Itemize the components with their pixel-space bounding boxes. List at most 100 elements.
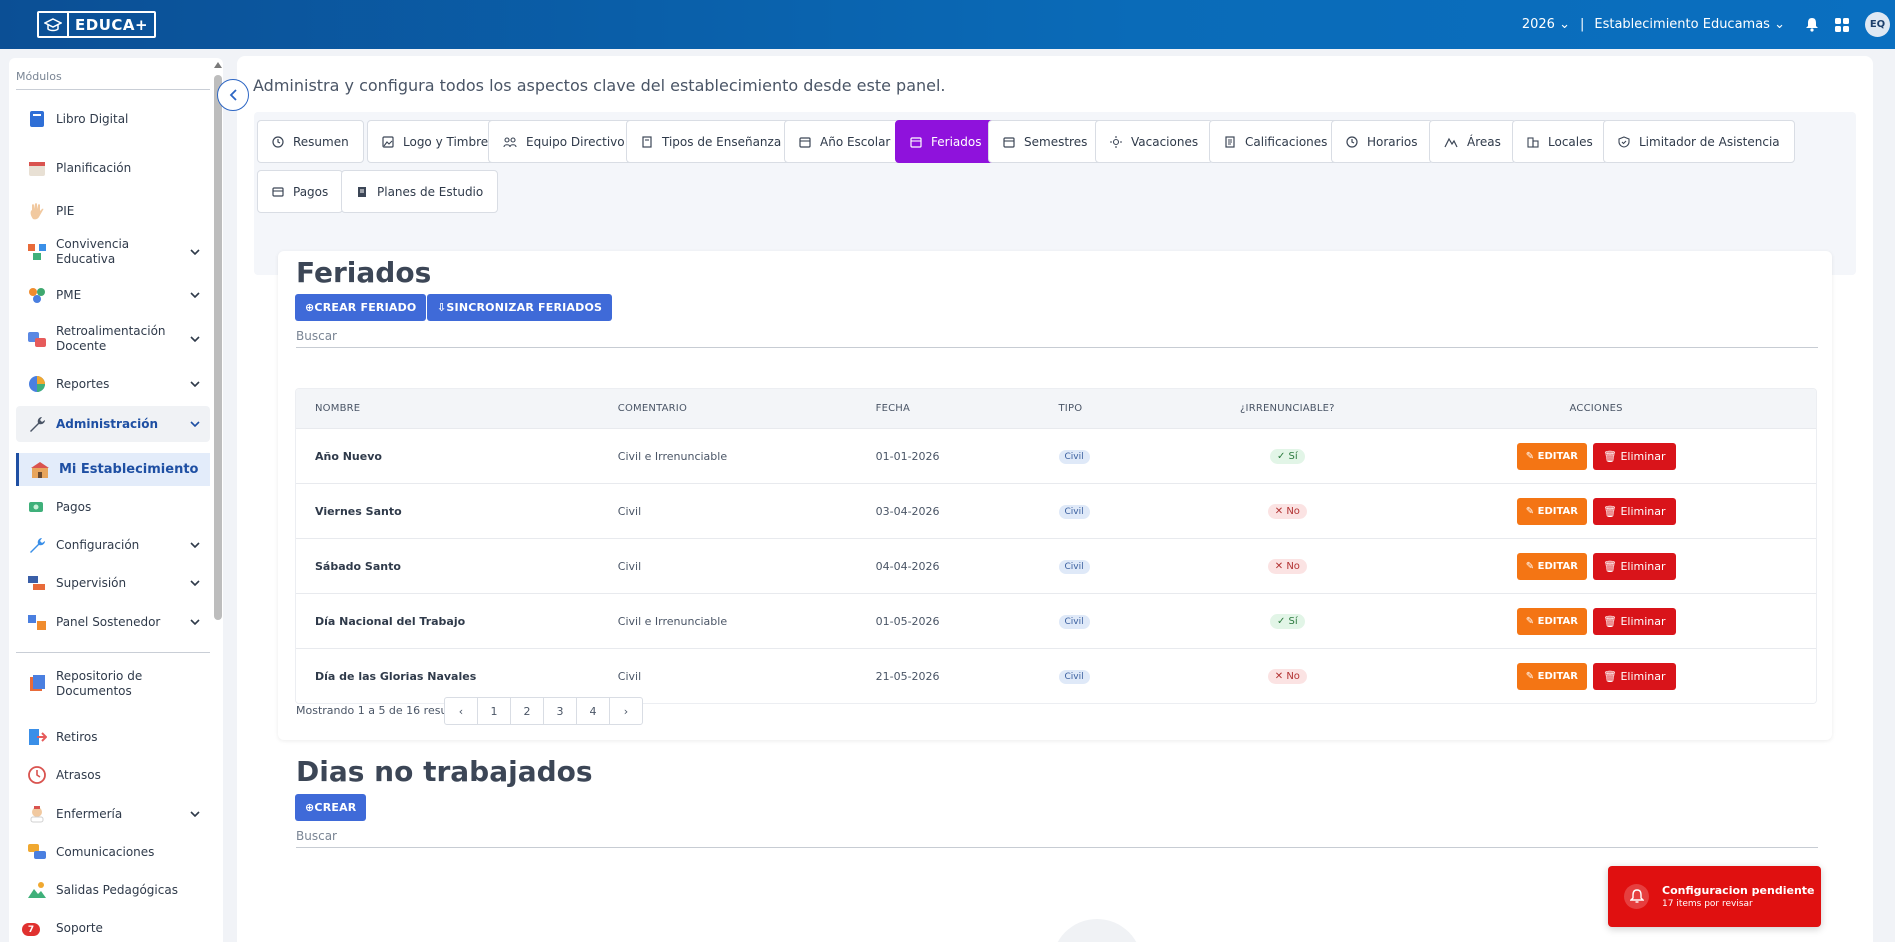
tab-label: Calificaciones [1245, 134, 1328, 149]
page-button[interactable]: 3 [543, 697, 577, 725]
sidebar-item-soporte[interactable]: Soporte [16, 916, 210, 940]
edit-button[interactable]: ✎ EDITAR [1516, 607, 1587, 635]
sidebar-item-administracion[interactable]: Administración [16, 406, 210, 442]
sidebar-item-salidas-pedagogicas[interactable]: Salidas Pedagógicas [16, 878, 210, 902]
sidebar-item-label: PME [56, 287, 82, 302]
document-icon [1224, 135, 1236, 148]
sidebar-item-enfermeria[interactable]: Enfermería [16, 802, 210, 826]
page-button[interactable]: 4 [576, 697, 610, 725]
sidebar-item-configuracion[interactable]: Configuración [16, 533, 210, 557]
edit-button[interactable]: ✎ EDITAR [1516, 662, 1587, 690]
sidebar-item-atrasos[interactable]: Atrasos [16, 763, 210, 787]
holiday-comment: Civil [617, 504, 642, 518]
sync-icon: ⇩ [437, 301, 447, 314]
money-icon [26, 497, 48, 517]
year-selector[interactable]: 2026 ⌄ [1522, 17, 1570, 32]
chevron-down-icon: ⌄ [1559, 17, 1570, 32]
sidebar-item-pagos[interactable]: Pagos [16, 495, 210, 519]
tab-semestres[interactable]: Semestres [988, 120, 1103, 163]
sidebar-item-repositorio-documentos[interactable]: Repositorio de Documentos [16, 667, 210, 701]
tab-equipo-directivo[interactable]: Equipo Directivo [488, 120, 640, 163]
chevron-down-icon [188, 811, 202, 817]
tab-label: Resumen [293, 134, 349, 149]
sidebar-item-retiros[interactable]: Retiros [16, 725, 210, 749]
sidebar-item-convivencia-educativa[interactable]: Convivencia Educativa [16, 237, 210, 266]
delete-button[interactable]: 🗑 Eliminar [1592, 607, 1676, 635]
chevron-down-icon: ⌄ [1774, 17, 1785, 32]
sidebar-item-planificacion[interactable]: Planificación [16, 156, 210, 180]
tab-logo-y-timbre[interactable]: Logo y Timbre [367, 120, 504, 163]
chevron-down-icon [188, 336, 202, 342]
delete-button[interactable]: 🗑 Eliminar [1592, 662, 1676, 690]
create-button[interactable]: ⊕ CREAR [295, 794, 367, 821]
type-badge: Civil [1058, 559, 1090, 574]
prev-page-button[interactable]: ‹ [444, 697, 478, 725]
badge-label: Sí [1288, 615, 1298, 627]
sidebar-item-panel-sostenedor[interactable]: Panel Sostenedor [16, 610, 210, 634]
year-value: 2026 [1521, 17, 1555, 32]
sidebar-item-supervision[interactable]: Supervisión [16, 571, 210, 595]
tab-planes-de-estudio[interactable]: Planes de Estudio [341, 170, 499, 213]
sync-holidays-button[interactable]: ⇩ SINCRONIZAR FERIADOS [427, 294, 613, 321]
delete-button[interactable]: 🗑 Eliminar [1592, 552, 1676, 580]
page-button[interactable]: 2 [510, 697, 544, 725]
tab-ano-escolar[interactable]: Año Escolar [784, 120, 906, 163]
panel-icon [26, 612, 48, 632]
sidebar: Módulos Libro Digital Planificación PIE … [9, 58, 223, 942]
scrollbar-thumb[interactable] [214, 75, 222, 620]
tab-label: Planes de Estudio [377, 184, 484, 199]
establishment-selector[interactable]: Establecimiento Educamas ⌄ [1594, 17, 1785, 32]
tab-limitador-de-asistencia[interactable]: Limitador de Asistencia [1603, 120, 1795, 163]
building-icon [1527, 136, 1539, 148]
sidebar-item-comunicaciones[interactable]: Comunicaciones [16, 840, 210, 864]
sidebar-item-reportes[interactable]: Reportes [16, 372, 210, 396]
tab-areas[interactable]: Áreas [1429, 120, 1516, 163]
delete-button[interactable]: 🗑 Eliminar [1592, 442, 1676, 470]
chevron-down-icon [188, 619, 202, 625]
table-row: Sábado Santo Civil 04-04-2026 Civil ✕ No… [296, 538, 1816, 593]
sidebar-item-pie[interactable]: PIE [16, 199, 210, 223]
tab-resumen[interactable]: Resumen [257, 120, 364, 163]
tab-horarios[interactable]: Horarios [1331, 120, 1433, 163]
bell-icon[interactable] [1805, 17, 1819, 32]
search-input[interactable]: Buscar [296, 824, 1818, 848]
next-page-button[interactable]: › [609, 697, 643, 725]
clock-icon [26, 765, 48, 785]
search-input[interactable]: Buscar [296, 324, 1818, 348]
sidebar-scrollbar[interactable] [212, 58, 222, 942]
edit-button[interactable]: ✎ EDITAR [1516, 497, 1587, 525]
tab-pagos[interactable]: Pagos [257, 170, 344, 213]
tab-tipos-de-ensenanza[interactable]: Tipos de Enseñanza [626, 120, 797, 163]
edit-button[interactable]: ✎ EDITAR [1516, 552, 1587, 580]
sidebar-item-retroalimentacion-docente[interactable]: Retroalimentación Docente [16, 322, 210, 356]
holiday-name: Viernes Santo [315, 504, 402, 518]
sidebar-item-pme[interactable]: PME [16, 283, 210, 307]
apps-grid-icon[interactable] [1835, 17, 1849, 32]
tab-vacaciones[interactable]: Vacaciones [1095, 120, 1214, 163]
page-button[interactable]: 1 [477, 697, 511, 725]
button-label: CREAR FERIADO [314, 301, 417, 314]
trash-icon: 🗑 [1602, 449, 1621, 463]
tab-locales[interactable]: Locales [1512, 120, 1608, 163]
chat-icon [26, 842, 48, 862]
tab-feriados[interactable]: Feriados [895, 120, 997, 163]
plus-circle-icon: ⊕ [305, 301, 315, 314]
tab-label: Pagos [293, 184, 329, 199]
create-holiday-button[interactable]: ⊕ CREAR FERIADO [295, 294, 427, 321]
image-icon [382, 135, 394, 148]
sidebar-item-libro-digital[interactable]: Libro Digital [16, 107, 210, 131]
toast-subtitle: 17 items por revisar [1662, 899, 1753, 909]
scroll-up-icon[interactable] [214, 62, 222, 68]
type-badge: Civil [1058, 504, 1090, 519]
app-logo[interactable]: EDUCA+ [37, 11, 156, 38]
section-title: Feriados [296, 256, 432, 289]
irrenunciable-badge: ✕ No [1267, 503, 1307, 519]
exit-icon [26, 727, 48, 747]
edit-button[interactable]: ✎ EDITAR [1516, 442, 1587, 470]
user-avatar[interactable]: EQ [1865, 12, 1890, 37]
pending-config-toast[interactable]: Configuracion pendiente 17 items por rev… [1608, 866, 1821, 927]
delete-button[interactable]: 🗑 Eliminar [1592, 497, 1676, 525]
sidebar-item-mi-establecimiento[interactable]: Mi Establecimiento [16, 453, 210, 486]
tab-calificaciones[interactable]: Calificaciones [1209, 120, 1343, 163]
sidebar-collapse-button[interactable] [217, 79, 249, 111]
